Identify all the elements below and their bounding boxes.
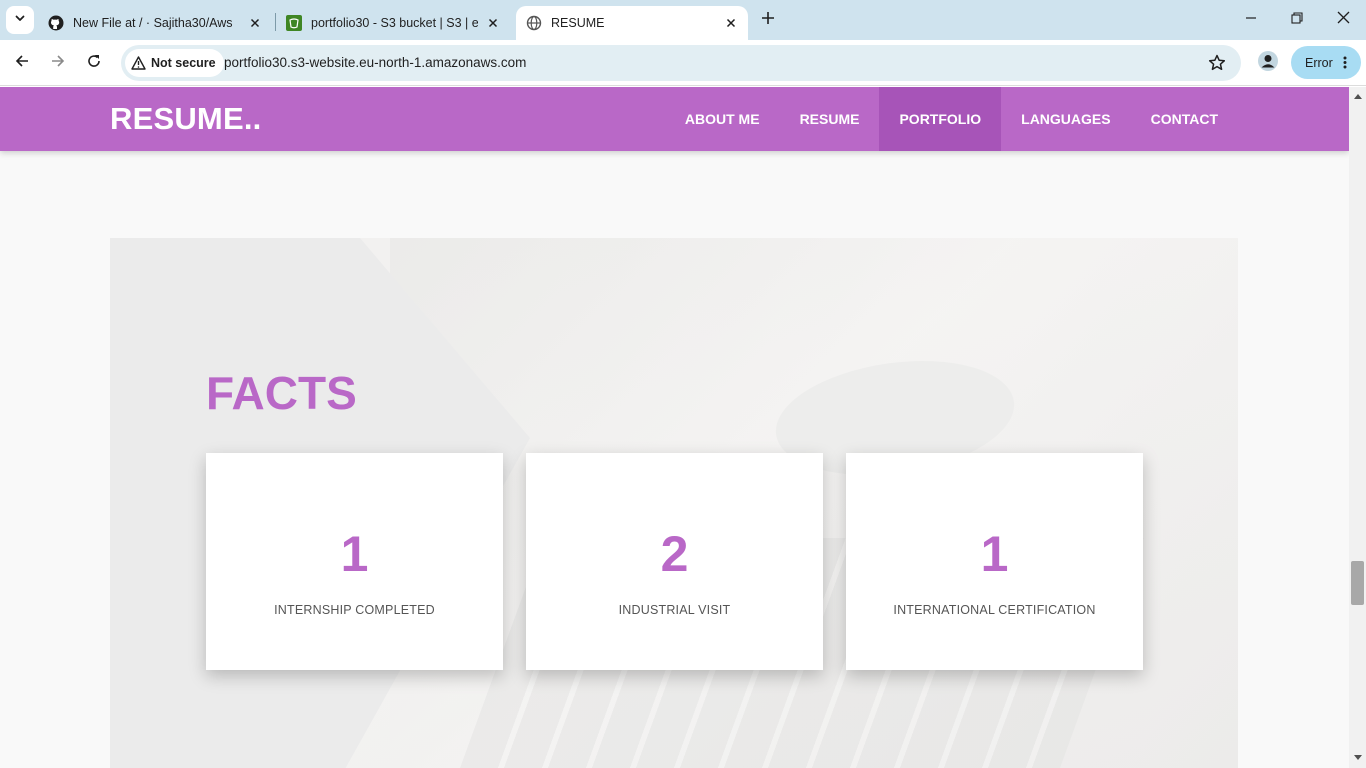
facts-section: FACTS 1 INTERNSHIP COMPLETED 2 INDUSTRIA… xyxy=(110,238,1238,768)
arrow-left-icon xyxy=(14,53,30,74)
site-info-button[interactable]: Not secure xyxy=(125,49,224,77)
new-tab-button[interactable] xyxy=(756,8,780,32)
fact-value: 2 xyxy=(660,526,689,582)
tab-title: RESUME xyxy=(551,16,605,30)
menu-item-languages[interactable]: LANGUAGES xyxy=(1001,87,1130,151)
restore-icon xyxy=(1291,11,1303,29)
close-icon[interactable] xyxy=(246,14,264,32)
globe-icon xyxy=(526,15,542,31)
site-navbar: RESUME.. ABOUT ME RESUME PORTFOLIO LANGU… xyxy=(0,87,1349,151)
star-icon[interactable] xyxy=(1207,53,1227,73)
chevron-down-icon xyxy=(14,11,26,29)
tab-resume[interactable]: RESUME xyxy=(516,6,748,40)
error-label: Error xyxy=(1305,55,1333,70)
address-bar[interactable]: Not secure portfolio30.s3-website.eu-nor… xyxy=(121,45,1241,81)
more-vert-icon xyxy=(1343,56,1347,69)
fact-label: INDUSTRIAL VISIT xyxy=(618,603,731,617)
reload-icon xyxy=(86,53,102,74)
close-icon[interactable] xyxy=(722,14,740,32)
site-menu: ABOUT ME RESUME PORTFOLIO LANGUAGES CONT… xyxy=(665,87,1238,151)
plus-icon xyxy=(761,11,775,30)
fact-value: 1 xyxy=(340,526,369,582)
reload-button[interactable] xyxy=(80,49,108,77)
url-text[interactable]: portfolio30.s3-website.eu-north-1.amazon… xyxy=(224,45,526,81)
minimize-icon xyxy=(1245,11,1257,29)
tab-search-button[interactable] xyxy=(6,6,34,34)
fact-label: INTERNATIONAL CERTIFICATION xyxy=(893,603,1096,617)
fact-card: 1 INTERNATIONAL CERTIFICATION xyxy=(846,453,1143,670)
menu-item-portfolio[interactable]: PORTFOLIO xyxy=(879,87,1002,151)
back-button[interactable] xyxy=(8,49,36,77)
fact-card: 2 INDUSTRIAL VISIT xyxy=(526,453,823,670)
github-icon xyxy=(48,15,64,31)
close-icon xyxy=(1337,11,1350,29)
tab-strip: New File at / · Sajitha30/Aws portfolio3… xyxy=(0,0,1366,40)
menu-item-resume[interactable]: RESUME xyxy=(780,87,880,151)
tab-title: New File at / · Sajitha30/Aws xyxy=(73,16,233,30)
page-viewport: RESUME.. ABOUT ME RESUME PORTFOLIO LANGU… xyxy=(0,87,1366,768)
tab-title: portfolio30 - S3 bucket | S3 | eu xyxy=(311,16,478,30)
facts-title: FACTS xyxy=(206,367,357,419)
forward-button[interactable] xyxy=(44,49,72,77)
fact-label: INTERNSHIP COMPLETED xyxy=(274,603,435,617)
close-icon[interactable] xyxy=(484,14,502,32)
scrollbar-track[interactable] xyxy=(1349,87,1366,768)
scroll-up-arrow[interactable] xyxy=(1352,90,1363,101)
fact-value: 1 xyxy=(980,526,1009,582)
scroll-down-arrow[interactable] xyxy=(1352,752,1363,763)
security-label: Not secure xyxy=(151,56,216,70)
tab-github[interactable]: New File at / · Sajitha30/Aws xyxy=(38,6,272,40)
aws-s3-icon xyxy=(286,15,302,31)
minimize-button[interactable] xyxy=(1228,0,1274,40)
fact-card: 1 INTERNSHIP COMPLETED xyxy=(206,453,503,670)
profile-button[interactable] xyxy=(1255,50,1281,76)
site-brand[interactable]: RESUME.. xyxy=(110,101,261,137)
close-window-button[interactable] xyxy=(1320,0,1366,40)
account-icon xyxy=(1257,50,1279,77)
tab-s3-bucket[interactable]: portfolio30 - S3 bucket | S3 | eu xyxy=(276,6,510,40)
menu-item-contact[interactable]: CONTACT xyxy=(1131,87,1238,151)
error-menu-button[interactable]: Error xyxy=(1291,46,1361,79)
browser-toolbar: Not secure portfolio30.s3-website.eu-nor… xyxy=(0,40,1366,86)
restore-button[interactable] xyxy=(1274,0,1320,40)
scrollbar-thumb[interactable] xyxy=(1351,561,1364,605)
warning-icon xyxy=(131,56,146,70)
menu-item-about-me[interactable]: ABOUT ME xyxy=(665,87,780,151)
arrow-right-icon xyxy=(50,53,66,74)
